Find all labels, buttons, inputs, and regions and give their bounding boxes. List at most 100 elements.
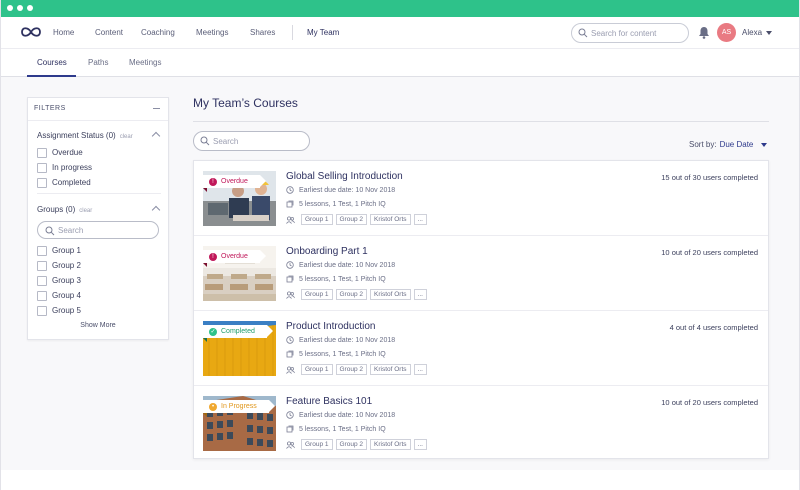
window-dot-close[interactable] [7, 5, 13, 11]
checkbox-label: Group 1 [52, 246, 81, 255]
group-tags: Group 1 Group 2 Kristof Orts ... [286, 439, 430, 450]
assignment-clear-link[interactable]: clear [120, 134, 133, 140]
group-tag[interactable]: Group 2 [335, 289, 367, 300]
clock-icon [286, 336, 294, 344]
course-title[interactable]: Onboarding Part 1 [286, 246, 368, 257]
window-dot-minimize[interactable] [17, 5, 23, 11]
group-tag[interactable]: Group 2 [335, 214, 367, 225]
due-date-text: Earliest due date: 10 Nov 2018 [299, 411, 396, 419]
divider [28, 120, 168, 121]
list-item[interactable]: ✓ Completed Product Introduction Earlies… [194, 311, 768, 386]
due-date: Earliest due date: 10 Nov 2018 [286, 261, 395, 269]
group-tag[interactable]: Group 2 [335, 364, 367, 375]
chevron-up-icon[interactable] [151, 205, 161, 215]
content-search-input[interactable]: Search for content [571, 23, 689, 43]
checkbox[interactable] [37, 162, 47, 173]
more-tags[interactable]: ... [413, 289, 427, 300]
window-dot-maximize[interactable] [27, 5, 33, 11]
search-icon [200, 136, 210, 146]
avatar[interactable]: AS [717, 23, 736, 42]
group-tag[interactable]: Kristof Orts [370, 214, 411, 225]
clock-icon [286, 261, 294, 269]
status-badge: • In Progress [203, 400, 275, 413]
status-badge-label: Overdue [221, 178, 248, 185]
nav-coaching[interactable]: Coaching [141, 28, 175, 37]
more-tags[interactable]: ... [413, 439, 427, 450]
group-tag[interactable]: Group 1 [301, 439, 333, 450]
groups-clear-link[interactable]: clear [79, 208, 92, 214]
course-title[interactable]: Product Introduction [286, 321, 376, 332]
status-badge: ✓ Completed [203, 325, 273, 338]
filter-group-1[interactable]: Group 1 [37, 245, 81, 256]
list-item[interactable]: • In Progress Feature Basics 101 Earlies… [194, 386, 768, 461]
groups-search-input[interactable]: Search [37, 221, 159, 239]
nav-content[interactable]: Content [95, 28, 123, 37]
checkbox[interactable] [37, 275, 47, 286]
tab-meetings[interactable]: Meetings [129, 58, 161, 67]
group-tag[interactable]: Kristof Orts [370, 289, 411, 300]
course-thumbnail: ✓ Completed [203, 321, 276, 376]
nav-my-team[interactable]: My Team [307, 28, 339, 37]
users-icon [286, 290, 295, 299]
checkbox[interactable] [37, 147, 47, 158]
filter-group-2[interactable]: Group 2 [37, 260, 81, 271]
course-title[interactable]: Feature Basics 101 [286, 396, 372, 407]
group-tag[interactable]: Kristof Orts [370, 439, 411, 450]
sort-value[interactable]: Due Date [720, 140, 754, 149]
tab-paths[interactable]: Paths [88, 58, 108, 67]
group-tag[interactable]: Group 1 [301, 214, 333, 225]
list-item[interactable]: ! Overdue Onboarding Part 1 Earliest due… [194, 236, 768, 311]
filter-in-progress[interactable]: In progress [37, 162, 92, 173]
lesson-summary: 5 lessons, 1 Test, 1 Pitch IQ [286, 350, 386, 358]
users-icon [286, 365, 295, 374]
checkbox-label: Completed [52, 178, 91, 187]
checkbox[interactable] [37, 305, 47, 316]
course-search-input[interactable]: Search [193, 131, 310, 151]
group-tag[interactable]: Group 1 [301, 364, 333, 375]
group-tag[interactable]: Group 2 [335, 439, 367, 450]
list-item[interactable]: ! Overdue Global Selling Introduction Ea… [194, 161, 768, 236]
groups-title[interactable]: Groups (0) clear [37, 205, 92, 214]
group-tags: Group 1 Group 2 Kristof Orts ... [286, 214, 430, 225]
nav-shares[interactable]: Shares [250, 28, 275, 37]
filter-group-5[interactable]: Group 5 [37, 305, 81, 316]
assignment-status-title[interactable]: Assignment Status (0) clear [37, 131, 133, 140]
alert-icon: ! [209, 252, 217, 261]
more-tags[interactable]: ... [413, 364, 427, 375]
sub-navigation: Courses Paths Meetings [1, 48, 799, 77]
top-navigation: Home Content Coaching Meetings Shares My… [1, 17, 799, 48]
checkbox[interactable] [37, 245, 47, 256]
nav-home[interactable]: Home [53, 28, 74, 37]
checkbox[interactable] [37, 290, 47, 301]
course-search-placeholder: Search [213, 137, 239, 146]
completion-count: 15 out of 30 users completed [661, 173, 758, 182]
collapse-icon[interactable] [153, 108, 160, 109]
status-badge-label: In Progress [221, 403, 257, 410]
groups-search-placeholder: Search [58, 226, 84, 235]
infinity-logo-icon[interactable] [20, 26, 42, 38]
more-tags[interactable]: ... [413, 214, 427, 225]
show-more-link[interactable]: Show More [28, 322, 168, 329]
filter-completed[interactable]: Completed [37, 177, 91, 188]
lessons-icon [286, 350, 294, 358]
checkbox[interactable] [37, 260, 47, 271]
tab-courses[interactable]: Courses [37, 58, 67, 67]
filter-overdue[interactable]: Overdue [37, 147, 83, 158]
filter-group-3[interactable]: Group 3 [37, 275, 81, 286]
group-tag[interactable]: Kristof Orts [370, 364, 411, 375]
chevron-up-icon[interactable] [151, 131, 161, 141]
user-name[interactable]: Alexa [742, 28, 762, 37]
divider [193, 121, 769, 122]
filter-group-4[interactable]: Group 4 [37, 290, 81, 301]
nav-meetings[interactable]: Meetings [196, 28, 228, 37]
content-search-placeholder: Search for content [591, 29, 657, 38]
sort-dropdown[interactable]: Sort by: Due Date [689, 140, 753, 149]
lesson-summary-text: 5 lessons, 1 Test, 1 Pitch IQ [299, 425, 386, 433]
checkbox[interactable] [37, 177, 47, 188]
group-tag[interactable]: Group 1 [301, 289, 333, 300]
check-circle-icon: ✓ [209, 327, 217, 336]
course-title[interactable]: Global Selling Introduction [286, 171, 403, 182]
bell-icon[interactable] [698, 26, 710, 39]
chevron-down-icon[interactable] [766, 31, 772, 35]
chevron-down-icon[interactable] [761, 143, 767, 147]
